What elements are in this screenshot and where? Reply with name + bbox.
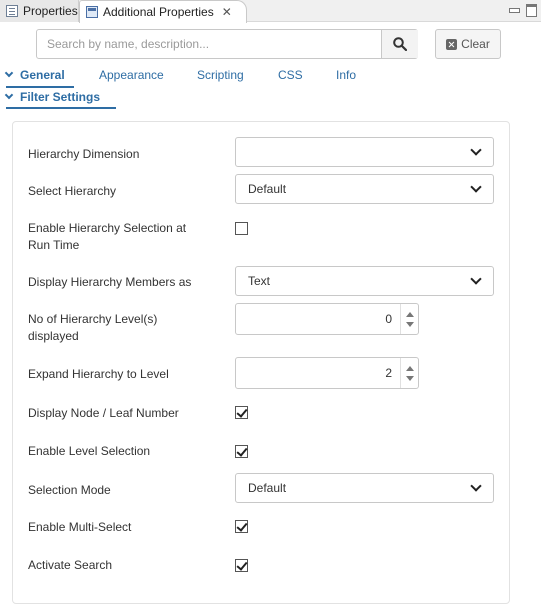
display-members-as-select[interactable]: Text	[235, 266, 494, 296]
display-node-leaf-label: Display Node / Leaf Number	[28, 406, 179, 420]
search-box	[36, 29, 418, 59]
section-underline	[6, 107, 116, 109]
stepper-up-icon[interactable]	[406, 312, 414, 317]
display-node-leaf-checkbox[interactable]	[235, 406, 248, 419]
active-tab-underline	[6, 86, 74, 88]
clear-button-label: Clear	[461, 37, 490, 51]
stepper-arrows	[400, 358, 418, 388]
chevron-down-icon	[4, 90, 14, 100]
properties-icon	[6, 5, 18, 17]
search-input[interactable]	[37, 30, 381, 58]
enable-hierarchy-selection-label: Enable Hierarchy Selection at Run Time	[28, 221, 187, 252]
tab-general-label: General	[20, 68, 65, 82]
expand-to-level-label: Expand Hierarchy to Level	[28, 367, 169, 381]
tab-css[interactable]: CSS	[278, 68, 303, 82]
enable-hierarchy-selection-checkbox[interactable]	[235, 222, 248, 235]
activate-search-label: Activate Search	[28, 558, 113, 572]
view-tab-bar: Properties Additional Properties ✕	[0, 0, 541, 23]
maximize-icon[interactable]	[525, 3, 537, 17]
selection-mode-select[interactable]: Default	[235, 473, 494, 503]
section-filter-settings[interactable]: Filter Settings	[4, 90, 101, 104]
chevron-down-icon	[470, 181, 482, 193]
tab-properties-label: Properties	[23, 4, 78, 18]
tab-appearance[interactable]: Appearance	[99, 68, 164, 82]
display-members-as-label: Display Hierarchy Members as	[28, 275, 192, 289]
minimize-icon[interactable]	[508, 3, 520, 15]
chevron-down-icon	[470, 273, 482, 285]
expand-to-level-value: 2	[385, 366, 392, 380]
display-members-as-value: Text	[248, 274, 271, 288]
chevron-down-icon	[4, 68, 14, 78]
expand-to-level-stepper[interactable]: 2	[235, 357, 419, 389]
search-button[interactable]	[381, 30, 418, 58]
tab-scripting[interactable]: Scripting	[197, 68, 244, 82]
tab-properties[interactable]: Properties	[0, 0, 79, 22]
activate-search-checkbox[interactable]	[235, 559, 248, 572]
search-icon	[393, 37, 407, 51]
close-icon[interactable]: ✕	[222, 5, 232, 19]
section-title: Filter Settings	[20, 90, 101, 104]
selection-mode-value: Default	[248, 481, 287, 495]
levels-displayed-stepper[interactable]: 0	[235, 303, 419, 335]
hierarchy-dimension-label: Hierarchy Dimension	[28, 147, 140, 161]
tab-general[interactable]: General	[4, 68, 65, 82]
stepper-down-icon[interactable]	[406, 376, 414, 381]
hierarchy-dimension-select[interactable]	[235, 137, 494, 167]
tab-additional-properties-label: Additional Properties	[103, 5, 214, 19]
select-hierarchy-select[interactable]: Default	[235, 174, 494, 204]
additional-properties-icon	[86, 6, 98, 18]
levels-displayed-value: 0	[385, 312, 392, 326]
levels-displayed-label: No of Hierarchy Level(s) displayed	[28, 312, 158, 343]
tab-additional-properties[interactable]: Additional Properties ✕	[79, 0, 247, 23]
clear-icon	[446, 38, 458, 50]
clear-button[interactable]: Clear	[435, 29, 501, 59]
stepper-arrows	[400, 304, 418, 334]
chevron-down-icon	[470, 144, 482, 156]
chevron-down-icon	[470, 480, 482, 492]
enable-multi-select-label: Enable Multi-Select	[28, 520, 132, 534]
select-hierarchy-label: Select Hierarchy	[28, 184, 117, 198]
tab-info[interactable]: Info	[336, 68, 356, 82]
selection-mode-label: Selection Mode	[28, 483, 111, 497]
stepper-up-icon[interactable]	[406, 366, 414, 371]
enable-multi-select-checkbox[interactable]	[235, 520, 248, 533]
stepper-down-icon[interactable]	[406, 322, 414, 327]
enable-level-selection-label: Enable Level Selection	[28, 444, 151, 458]
enable-level-selection-checkbox[interactable]	[235, 445, 248, 458]
select-hierarchy-value: Default	[248, 182, 287, 196]
